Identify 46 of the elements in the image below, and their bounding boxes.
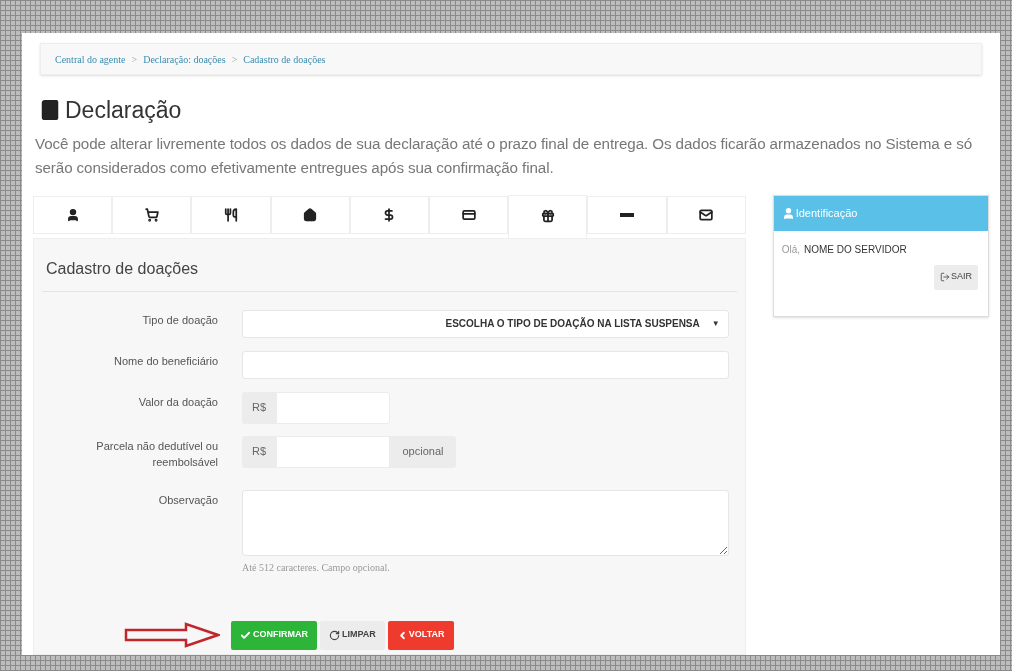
credit-card-icon bbox=[461, 207, 476, 222]
refresh-icon bbox=[329, 629, 340, 641]
form-title: Cadastro de doações bbox=[42, 256, 737, 292]
tab[interactable] bbox=[191, 195, 271, 234]
gift-icon bbox=[540, 209, 555, 223]
field-label: Parcela não dedutível ou reembolsável bbox=[96, 439, 218, 468]
home-icon bbox=[303, 207, 318, 222]
breadcrumb-separator: > bbox=[131, 52, 138, 67]
minus-icon bbox=[619, 212, 634, 217]
confirm-button[interactable]: CONFIRMAR bbox=[231, 620, 317, 650]
check-icon bbox=[240, 629, 251, 641]
page-description: Você pode alterar livremente todos os dados de sua declaração até o prazo final de entrega. Os dados ficarão armazenados no Sistema e só serão considerados como efetivamente entregues após sua confirmação final. bbox=[34, 133, 974, 178]
optional-addon: opcional bbox=[390, 435, 456, 468]
field-label: Nome do beneficiário bbox=[114, 354, 218, 367]
back-button[interactable]: VOLTAR bbox=[387, 620, 454, 650]
cart-icon bbox=[144, 207, 159, 222]
envelope-icon bbox=[699, 207, 714, 222]
observation-field[interactable] bbox=[242, 489, 729, 556]
logout-button[interactable]: SAIR bbox=[934, 264, 978, 290]
breadcrumb-separator: > bbox=[231, 52, 238, 67]
currency-prefix: R$ bbox=[242, 391, 276, 424]
tab[interactable] bbox=[428, 195, 509, 234]
tab[interactable] bbox=[270, 195, 350, 234]
greeting: Olá, bbox=[781, 242, 801, 257]
help-text: Até 512 caracteres. Campo opcional. bbox=[242, 560, 391, 575]
donation-type-select[interactable]: ESCOLHA O TIPO DE DOAÇÃO NA LISTA SUSPENSA ▼ bbox=[242, 309, 729, 338]
field-label: Tipo de doação bbox=[142, 313, 218, 326]
user-icon bbox=[781, 206, 795, 220]
tab[interactable] bbox=[508, 194, 588, 238]
tab[interactable] bbox=[666, 195, 746, 234]
beneficiary-name-field[interactable] bbox=[242, 350, 729, 379]
breadcrumb-link[interactable]: Cadastro de doações bbox=[243, 51, 326, 67]
clear-button[interactable]: LIMPAR bbox=[320, 620, 385, 650]
field-label: Valor da doação bbox=[138, 395, 218, 408]
field-label: Observação bbox=[158, 493, 218, 506]
panel-title: Identificação bbox=[795, 205, 858, 221]
user-icon bbox=[65, 207, 80, 222]
breadcrumb-link[interactable]: Declaração: doações bbox=[143, 51, 226, 67]
currency-prefix: R$ bbox=[242, 435, 276, 468]
user-name: NOME DO SERVIDOR bbox=[804, 242, 907, 257]
book-icon bbox=[39, 99, 61, 122]
breadcrumb-link[interactable]: Central do agente bbox=[55, 51, 126, 67]
tab[interactable] bbox=[33, 195, 113, 234]
page-title: Declaração bbox=[65, 96, 182, 125]
logout-icon bbox=[940, 272, 950, 282]
cutlery-icon bbox=[223, 207, 238, 222]
